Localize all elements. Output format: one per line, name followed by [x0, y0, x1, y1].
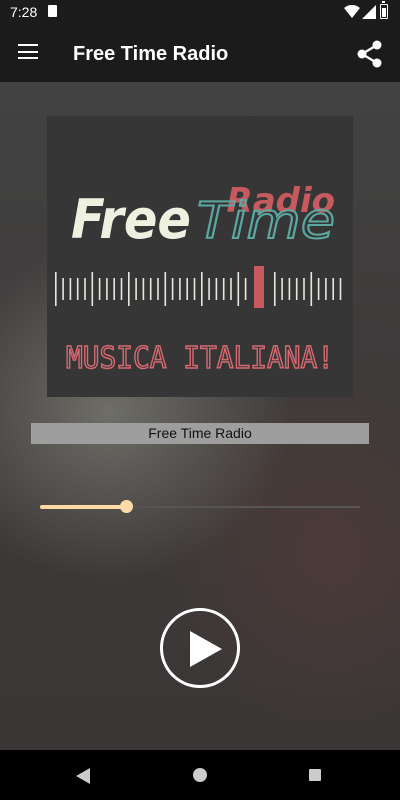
dial-tick [244, 278, 247, 300]
status-time: 7:28 [10, 4, 38, 20]
dial-tick [157, 278, 159, 300]
station-logo: Radio Free Time MUSICA ITALIANA! [47, 116, 353, 397]
dial-tick [325, 278, 327, 300]
volume-fill [40, 505, 127, 509]
dial-tick [106, 278, 108, 300]
dial-tick [171, 278, 174, 300]
radio-dial-needle [254, 266, 264, 308]
play-button[interactable] [160, 608, 240, 688]
signal-icon [362, 5, 376, 19]
back-icon[interactable] [76, 768, 90, 784]
dial-tick [84, 278, 86, 300]
dial-tick [295, 278, 298, 300]
dial-tick [303, 278, 305, 300]
share-icon[interactable] [357, 40, 383, 68]
dial-tick [98, 278, 101, 300]
dial-tick [317, 278, 320, 300]
wifi-icon [344, 5, 360, 18]
dial-tick [120, 278, 123, 300]
dial-tick [179, 278, 181, 300]
dial-tick [113, 278, 115, 300]
dial-tick [201, 272, 203, 306]
logo-free-text: Free [71, 188, 191, 251]
dial-tick [208, 278, 210, 300]
dial-tick [215, 278, 218, 300]
player-screen: Radio Free Time MUSICA ITALIANA! Free Ti… [0, 82, 400, 750]
dial-tick [332, 278, 334, 300]
play-icon [190, 631, 222, 667]
menu-icon[interactable] [18, 44, 38, 60]
volume-slider[interactable] [40, 500, 360, 514]
dial-tick [142, 278, 145, 300]
system-nav-bar [0, 750, 400, 800]
dial-tick [62, 278, 64, 300]
dial-tick [164, 272, 167, 306]
dial-tick [128, 272, 130, 306]
dial-tick [281, 278, 283, 300]
dial-tick [310, 272, 313, 306]
dial-tick [274, 272, 276, 306]
dial-tick [135, 278, 137, 300]
station-name-bar: Free Time Radio [31, 423, 369, 444]
dial-tick [288, 278, 291, 300]
dial-tick [237, 272, 240, 306]
dial-tick [149, 278, 152, 300]
sd-card-icon [48, 5, 57, 17]
station-name: Free Time Radio [148, 425, 252, 441]
app-bar: Free Time Radio [0, 24, 400, 82]
app-title: Free Time Radio [73, 43, 229, 65]
dial-tick [193, 278, 196, 300]
dial-tick [76, 278, 79, 300]
logo-time-text: Time [197, 192, 335, 250]
recents-icon[interactable] [309, 769, 321, 781]
dial-tick [230, 278, 232, 300]
dial-tick [339, 278, 342, 300]
logo-tagline: MUSICA ITALIANA! [66, 341, 334, 376]
dial-tick [222, 278, 225, 300]
dial-tick [91, 272, 94, 306]
dial-tick [69, 278, 72, 300]
battery-icon [380, 1, 388, 19]
status-bar: 7:28 [0, 0, 400, 24]
dial-tick [186, 278, 188, 300]
radio-dial-ticks [55, 272, 342, 306]
volume-thumb[interactable] [120, 500, 134, 513]
dial-tick [55, 272, 57, 306]
home-icon[interactable] [193, 768, 207, 782]
